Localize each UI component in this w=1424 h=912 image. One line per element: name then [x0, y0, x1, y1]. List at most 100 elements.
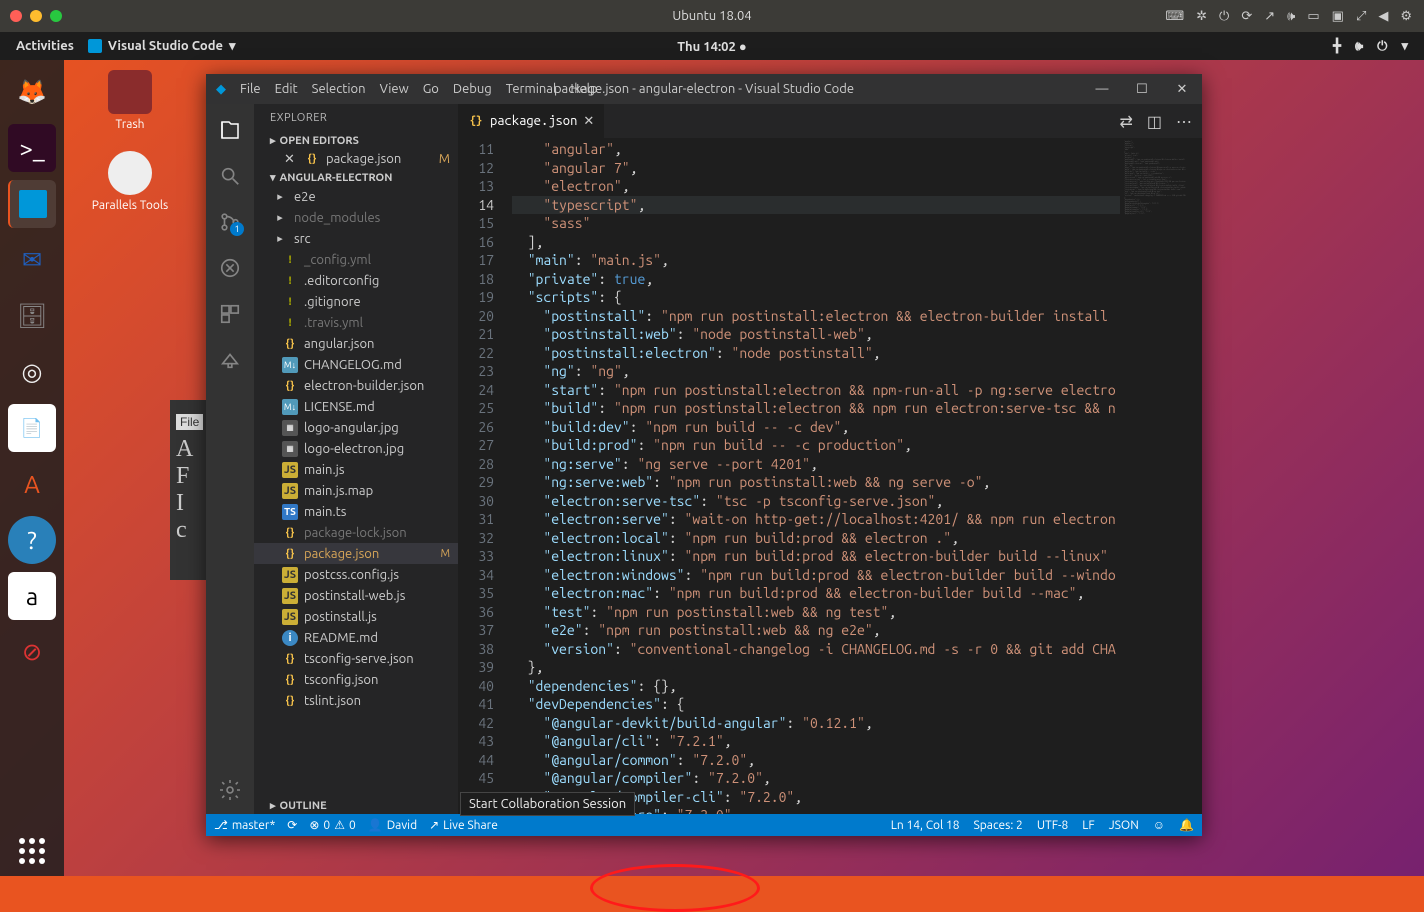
refresh-icon[interactable]: ⟳	[1241, 9, 1252, 24]
file-license-md[interactable]: M↓LICENSE.md	[254, 396, 458, 417]
dock-blocked[interactable]: ⊘	[8, 628, 56, 676]
desktop-trash[interactable]: Trash	[90, 70, 170, 131]
liveshare-button[interactable]: ↗Live Share	[429, 818, 498, 832]
chevron-down-icon[interactable]: ▾	[1401, 39, 1408, 54]
menu-terminal[interactable]: Terminal	[506, 82, 557, 96]
file-postinstall-js[interactable]: JSpostinstall.js	[254, 606, 458, 627]
close-tab-icon[interactable]: ✕	[583, 114, 594, 129]
close-icon[interactable]: ✕	[284, 152, 298, 167]
open-editor-item[interactable]: ✕ {} package.json M	[254, 149, 458, 169]
file-main-ts[interactable]: TSmain.ts	[254, 501, 458, 522]
editor[interactable]: 1112131415161718192021222324252627282930…	[458, 138, 1202, 814]
file-tsconfig-json[interactable]: {}tsconfig.json	[254, 669, 458, 690]
menu-file[interactable]: File	[240, 82, 261, 96]
activities-button[interactable]: Activities	[16, 39, 74, 53]
file-postinstall-web-js[interactable]: JSpostinstall-web.js	[254, 585, 458, 606]
menu-edit[interactable]: Edit	[275, 82, 298, 96]
clock[interactable]: Thu 14:02 ●	[677, 39, 747, 54]
menu-go[interactable]: Go	[423, 82, 439, 96]
file-tsconfig-serve-json[interactable]: {}tsconfig-serve.json	[254, 648, 458, 669]
eol[interactable]: LF	[1082, 818, 1094, 832]
minimize-icon[interactable]	[30, 10, 42, 22]
open-editors-section[interactable]: ▸ OPEN EDITORS	[254, 132, 458, 149]
file--config-yml[interactable]: !_config.yml	[254, 249, 458, 270]
sound-icon[interactable]: 🕪	[1287, 9, 1295, 24]
file-postcss-config-js[interactable]: JSpostcss.config.js	[254, 564, 458, 585]
dock-rhythmbox[interactable]: ◎	[8, 348, 56, 396]
file-tslint-json[interactable]: {}tslint.json	[254, 690, 458, 711]
menu-view[interactable]: View	[380, 82, 409, 96]
file-logo-electron-jpg[interactable]: ▦logo-electron.jpg	[254, 438, 458, 459]
display-icon[interactable]: ▭	[1307, 9, 1319, 24]
extensions-icon[interactable]	[218, 302, 242, 326]
file-main-js-map[interactable]: JSmain.js.map	[254, 480, 458, 501]
cursor-position[interactable]: Ln 14, Col 18	[891, 818, 960, 832]
minimize-button[interactable]: ―	[1082, 82, 1122, 97]
desktop-parallels-tools[interactable]: Parallels Tools	[90, 151, 170, 212]
file-package-json[interactable]: {}package.jsonM	[254, 543, 458, 564]
search-icon[interactable]	[218, 164, 242, 188]
share-icon[interactable]: ↗	[1264, 9, 1275, 24]
menu-selection[interactable]: Selection	[312, 82, 366, 96]
liveshare-user[interactable]: 👤David	[368, 818, 417, 832]
menu-debug[interactable]: Debug	[453, 82, 492, 96]
file-main-js[interactable]: JSmain.js	[254, 459, 458, 480]
maximize-icon[interactable]	[50, 10, 62, 22]
explorer-icon[interactable]	[218, 118, 242, 142]
sync-button[interactable]: ⟳	[287, 818, 297, 832]
file-node-modules[interactable]: ▸node_modules	[254, 207, 458, 228]
git-branch[interactable]: ⎇master*	[214, 818, 275, 832]
file-electron-builder-json[interactable]: {}electron-builder.json	[254, 375, 458, 396]
more-icon[interactable]: ⋯	[1176, 112, 1192, 131]
dock-vscode[interactable]	[8, 180, 56, 228]
close-button[interactable]: ✕	[1162, 82, 1202, 97]
file--gitignore[interactable]: !.gitignore	[254, 291, 458, 312]
dock-files[interactable]: 🗄	[8, 292, 56, 340]
keyboard-icon[interactable]: ⌨	[1165, 9, 1184, 24]
split-editor-icon[interactable]: ◫	[1147, 112, 1162, 131]
gear-icon[interactable]: ⚙	[1400, 9, 1412, 24]
dock-terminal[interactable]: >_	[8, 124, 56, 172]
dock-firefox[interactable]: 🦊	[8, 68, 56, 116]
outline-section[interactable]: ▸ OUTLINE	[254, 797, 458, 814]
code-content[interactable]: "angular", "angular 7", "electron", "typ…	[512, 138, 1120, 814]
file-angular-json[interactable]: {}angular.json	[254, 333, 458, 354]
language-mode[interactable]: JSON	[1109, 818, 1139, 832]
volume-icon[interactable]: 🕪	[1355, 39, 1363, 54]
file-e2e[interactable]: ▸e2e	[254, 186, 458, 207]
maximize-button[interactable]: ☐	[1122, 82, 1162, 97]
tab-package-json[interactable]: {} package.json ✕	[458, 104, 604, 138]
close-icon[interactable]	[10, 10, 22, 22]
app-menu[interactable]: Visual Studio Code ▾	[88, 39, 236, 54]
power-icon[interactable]: ⏻	[1219, 9, 1229, 24]
dock-amazon[interactable]: a	[8, 572, 56, 620]
show-applications[interactable]	[19, 838, 45, 864]
problems[interactable]: ⊗0 ⚠0	[309, 818, 355, 832]
dock-thunderbird[interactable]: ✉	[8, 236, 56, 284]
minimap[interactable]: "angular", "angular 7", "electron", "typ…	[1120, 138, 1202, 814]
background-window-tab[interactable]: File	[176, 414, 203, 430]
file-changelog-md[interactable]: M↓CHANGELOG.md	[254, 354, 458, 375]
camera-icon[interactable]: ▣	[1332, 9, 1344, 24]
file-src[interactable]: ▸src	[254, 228, 458, 249]
dock-writer[interactable]: 📄	[8, 404, 56, 452]
encoding[interactable]: UTF-8	[1037, 818, 1068, 832]
menu-icon[interactable]: ◀	[1378, 9, 1388, 24]
file--editorconfig[interactable]: !.editorconfig	[254, 270, 458, 291]
file-package-lock-json[interactable]: {}package-lock.json	[254, 522, 458, 543]
file-logo-angular-jpg[interactable]: ▦logo-angular.jpg	[254, 417, 458, 438]
expand-icon[interactable]: ⤢	[1356, 9, 1366, 24]
settings-icon[interactable]: ✲	[1196, 9, 1207, 24]
dock-help[interactable]: ?	[8, 516, 56, 564]
settings-gear-icon[interactable]	[218, 778, 242, 802]
bell-icon[interactable]: 🔔	[1179, 818, 1194, 832]
compare-icon[interactable]: ⇄	[1119, 112, 1132, 131]
liveshare-icon[interactable]	[218, 348, 242, 372]
project-section[interactable]: ▾ ANGULAR-ELECTRON	[254, 169, 458, 186]
indentation[interactable]: Spaces: 2	[974, 818, 1023, 832]
file-readme-md[interactable]: iREADME.md	[254, 627, 458, 648]
power-menu-icon[interactable]: ⏻	[1377, 39, 1387, 54]
file--travis-yml[interactable]: !.travis.yml	[254, 312, 458, 333]
network-icon[interactable]: ╋	[1333, 39, 1341, 54]
vscode-titlebar[interactable]: ◆ FileEditSelectionViewGoDebugTerminalHe…	[206, 74, 1202, 104]
